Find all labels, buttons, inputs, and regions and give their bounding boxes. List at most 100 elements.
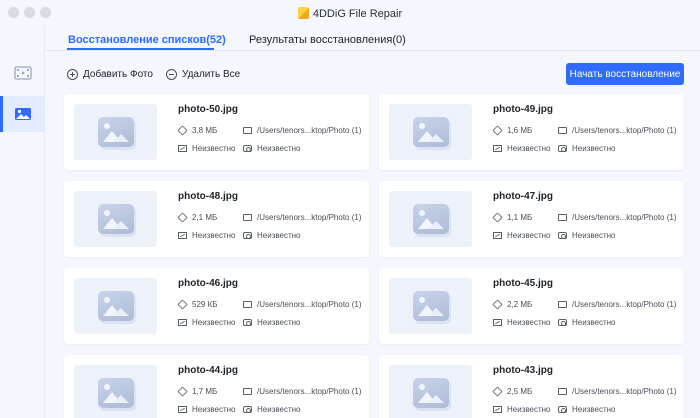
size-icon bbox=[492, 125, 503, 136]
file-size: 1,6 МБ bbox=[492, 125, 532, 136]
thumbnail bbox=[74, 365, 157, 418]
file-camera: Неизвестно bbox=[558, 231, 616, 240]
file-camera-value: Неизвестно bbox=[257, 318, 301, 327]
file-card[interactable]: photo-43.jpg 2,5 МБ/Users/tenors...ktop/P… bbox=[379, 355, 684, 418]
file-size: 529 КБ bbox=[177, 299, 218, 310]
file-card[interactable]: photo-48.jpg 2,1 МБ/Users/tenors...ktop/P… bbox=[64, 181, 369, 257]
file-resolution-value: Неизвестно bbox=[507, 318, 551, 327]
photo-repair-icon bbox=[14, 108, 31, 120]
file-size: 1,1 МБ bbox=[492, 212, 533, 223]
file-size-value: 2,2 МБ bbox=[507, 300, 533, 309]
image-placeholder-icon bbox=[97, 378, 134, 408]
resolution-icon bbox=[493, 145, 502, 152]
image-placeholder-icon bbox=[412, 204, 449, 234]
file-path: /Users/tenors...ktop/Photo (1) bbox=[558, 300, 677, 309]
folder-icon bbox=[243, 388, 252, 395]
file-resolution: Неизвестно bbox=[493, 144, 551, 153]
file-resolution-value: Неизвестно bbox=[192, 405, 236, 414]
file-camera-value: Неизвестно bbox=[257, 231, 301, 240]
folder-icon bbox=[243, 214, 252, 221]
image-placeholder-icon bbox=[412, 117, 449, 147]
size-icon bbox=[492, 386, 503, 397]
file-size: 2,2 МБ bbox=[492, 299, 533, 310]
video-repair-icon bbox=[13, 66, 32, 80]
file-resolution-value: Неизвестно bbox=[192, 318, 236, 327]
file-size: 3,8 МБ bbox=[177, 125, 217, 136]
file-resolution-value: Неизвестно bbox=[192, 231, 236, 240]
image-placeholder-icon bbox=[97, 117, 134, 147]
file-path: /Users/tenors...ktop/Photo (1) bbox=[243, 213, 362, 222]
add-photo-label: Добавить Фото bbox=[83, 68, 153, 80]
file-card[interactable]: photo-49.jpg 1,6 МБ/Users/tenors...ktop/P… bbox=[379, 94, 684, 170]
sidebar-item-photo[interactable] bbox=[0, 96, 45, 132]
file-camera-value: Неизвестно bbox=[257, 144, 301, 153]
resolution-icon bbox=[178, 232, 187, 239]
thumbnail bbox=[389, 365, 472, 418]
camera-icon bbox=[558, 145, 567, 152]
size-icon bbox=[492, 212, 503, 223]
file-path-value: /Users/tenors...ktop/Photo (1) bbox=[257, 126, 362, 135]
size-icon bbox=[177, 125, 188, 136]
file-card[interactable]: photo-50.jpg 3,8 МБ/Users/tenors...ktop/P… bbox=[64, 94, 369, 170]
file-camera-value: Неизвестно bbox=[572, 231, 616, 240]
start-recovery-button[interactable]: Начать восстановление bbox=[566, 63, 684, 85]
file-resolution-value: Неизвестно bbox=[507, 405, 551, 414]
file-resolution: Неизвестно bbox=[178, 318, 236, 327]
delete-all-label: Удалить Все bbox=[182, 68, 241, 80]
file-resolution-value: Неизвестно bbox=[507, 144, 551, 153]
file-camera: Неизвестно bbox=[243, 144, 301, 153]
file-path-value: /Users/tenors...ktop/Photo (1) bbox=[572, 213, 677, 222]
file-path-value: /Users/tenors...ktop/Photo (1) bbox=[257, 300, 362, 309]
size-icon bbox=[492, 299, 503, 310]
file-resolution: Неизвестно bbox=[178, 231, 236, 240]
file-card[interactable]: photo-45.jpg 2,2 МБ/Users/tenors...ktop/P… bbox=[379, 268, 684, 344]
image-placeholder-icon bbox=[412, 291, 449, 321]
camera-icon bbox=[558, 319, 567, 326]
folder-icon bbox=[243, 301, 252, 308]
file-card[interactable]: photo-46.jpg 529 КБ/Users/tenors...ktop/P… bbox=[64, 268, 369, 344]
resolution-icon bbox=[493, 232, 502, 239]
file-name: photo-49.jpg bbox=[493, 104, 553, 115]
tab-recovery-results[interactable]: Результаты восстановления(0) bbox=[249, 34, 406, 46]
file-resolution: Неизвестно bbox=[178, 405, 236, 414]
thumbnail bbox=[74, 104, 157, 160]
folder-icon bbox=[243, 127, 252, 134]
file-resolution-value: Неизвестно bbox=[192, 144, 236, 153]
file-resolution-value: Неизвестно bbox=[507, 231, 551, 240]
resolution-icon bbox=[178, 145, 187, 152]
file-name: photo-43.jpg bbox=[493, 365, 553, 376]
file-path: /Users/tenors...ktop/Photo (1) bbox=[558, 126, 677, 135]
file-card[interactable]: photo-47.jpg 1,1 МБ/Users/tenors...ktop/P… bbox=[379, 181, 684, 257]
file-camera-value: Неизвестно bbox=[572, 405, 616, 414]
add-photo-button[interactable]: Добавить Фото bbox=[67, 67, 153, 81]
file-path-value: /Users/tenors...ktop/Photo (1) bbox=[572, 300, 677, 309]
file-camera: Неизвестно bbox=[558, 144, 616, 153]
file-size: 1,7 МБ bbox=[177, 386, 217, 397]
tab-recovery-list[interactable]: Восстановление списков(52) bbox=[68, 34, 226, 46]
file-camera: Неизвестно bbox=[243, 318, 301, 327]
sidebar-item-video[interactable] bbox=[0, 55, 45, 91]
folder-icon bbox=[558, 214, 567, 221]
resolution-icon bbox=[178, 319, 187, 326]
file-size-value: 529 КБ bbox=[192, 300, 218, 309]
file-size-value: 1,1 МБ bbox=[507, 213, 533, 222]
file-card[interactable]: photo-44.jpg 1,7 МБ/Users/tenors...ktop/P… bbox=[64, 355, 369, 418]
file-size: 2,5 МБ bbox=[492, 386, 532, 397]
sidebar bbox=[0, 26, 45, 418]
tab-divider bbox=[45, 50, 700, 51]
camera-icon bbox=[243, 232, 252, 239]
size-icon bbox=[177, 212, 188, 223]
size-icon bbox=[177, 299, 188, 310]
file-path: /Users/tenors...ktop/Photo (1) bbox=[243, 300, 362, 309]
file-camera: Неизвестно bbox=[243, 405, 301, 414]
image-placeholder-icon bbox=[97, 204, 134, 234]
delete-all-button[interactable]: Удалить Все bbox=[166, 67, 240, 81]
image-placeholder-icon bbox=[412, 378, 449, 408]
camera-icon bbox=[243, 145, 252, 152]
file-name: photo-47.jpg bbox=[493, 191, 553, 202]
file-path: /Users/tenors...ktop/Photo (1) bbox=[243, 387, 362, 396]
file-path: /Users/tenors...ktop/Photo (1) bbox=[558, 387, 677, 396]
camera-icon bbox=[558, 232, 567, 239]
file-path-value: /Users/tenors...ktop/Photo (1) bbox=[572, 126, 677, 135]
app-logo-icon bbox=[297, 7, 309, 19]
